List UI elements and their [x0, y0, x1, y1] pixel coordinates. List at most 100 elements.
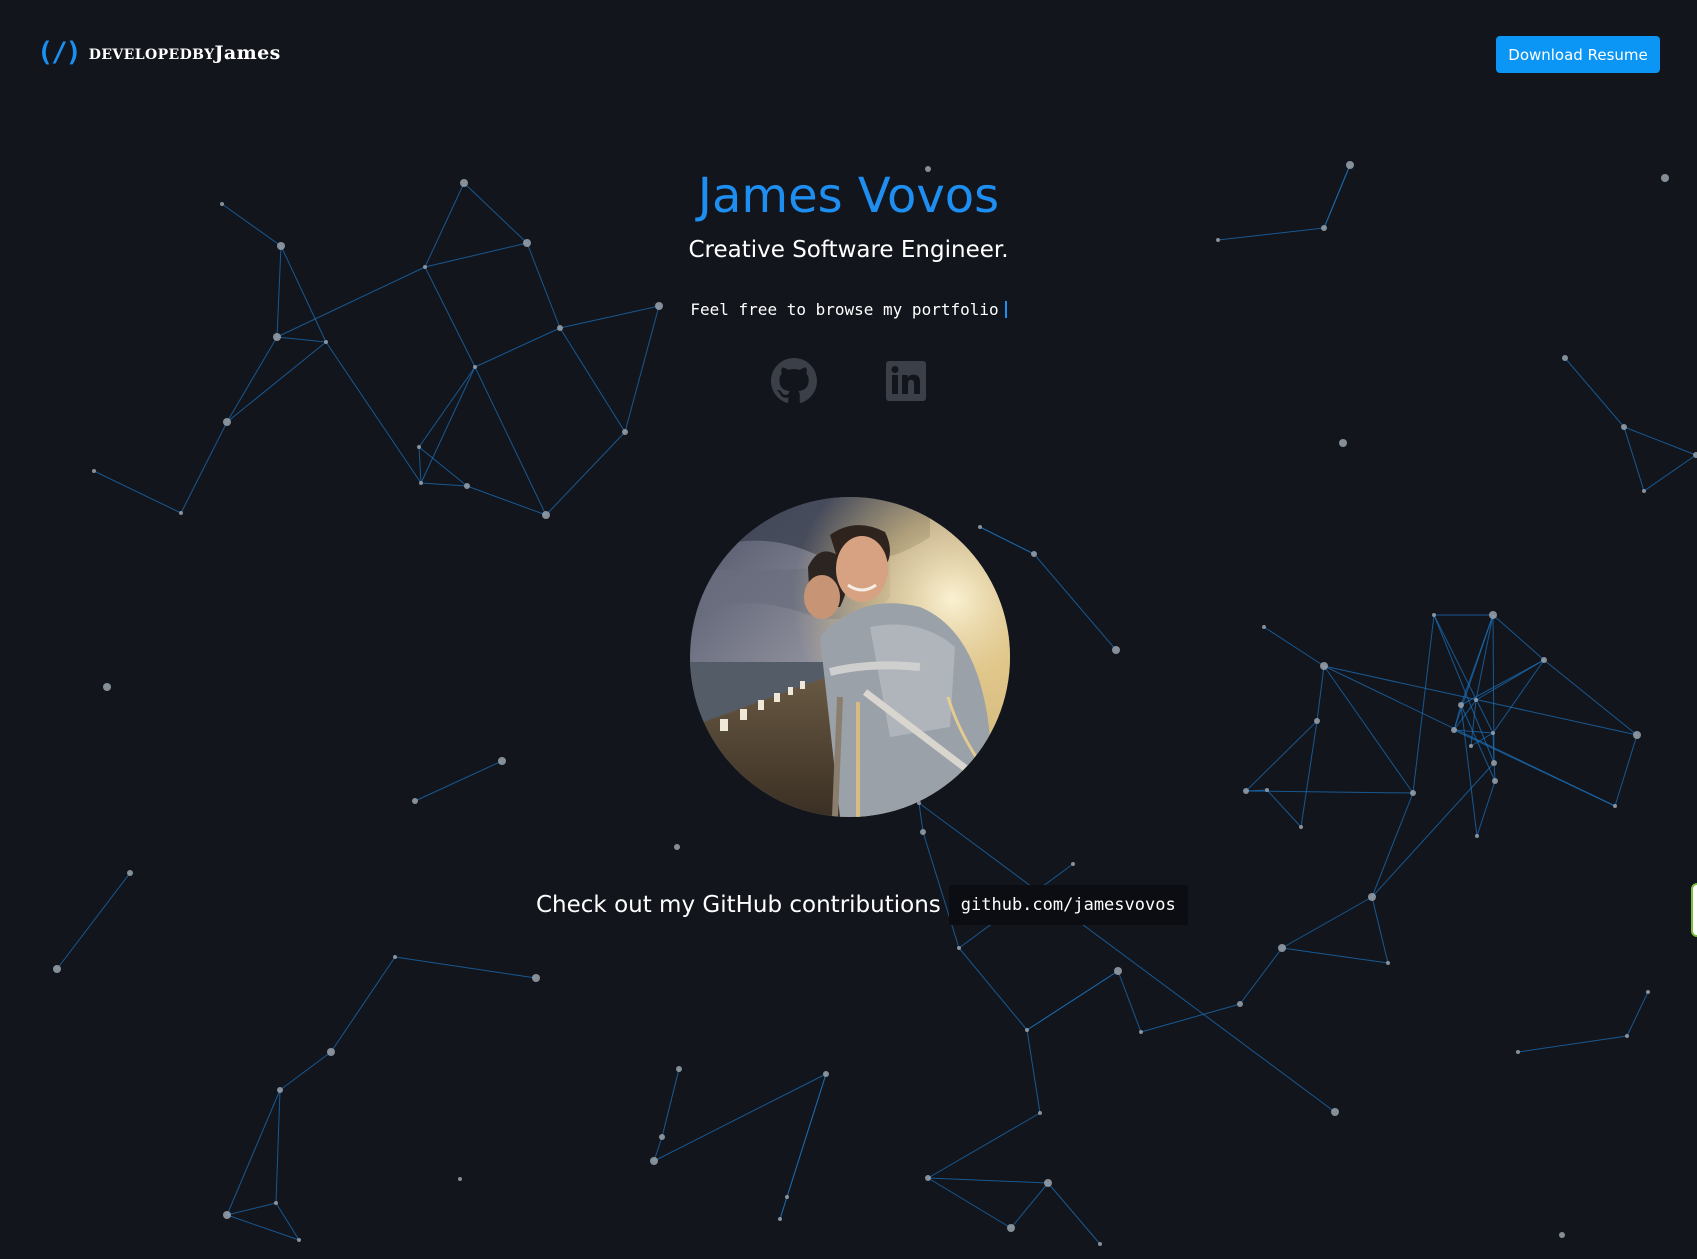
particle-dot [532, 974, 540, 982]
particle-dot [957, 946, 961, 950]
particle-link [1517, 1035, 1628, 1053]
particle-link [1460, 704, 1478, 837]
particle-dot [1368, 893, 1376, 901]
particle-dot [1044, 1179, 1052, 1187]
github-link[interactable] [771, 358, 817, 404]
particle-dot [823, 1071, 829, 1077]
particle-link [1626, 991, 1649, 1037]
particle-link [927, 1177, 1049, 1184]
particle-link [1010, 1182, 1049, 1229]
particle-link [927, 1112, 1041, 1179]
particle-dot [978, 525, 982, 529]
particle-dot [676, 1066, 682, 1072]
site-logo[interactable]: (/) developedbyJames [37, 37, 281, 68]
particle-dot [1646, 990, 1650, 994]
logo-prefix: developedby [88, 46, 215, 63]
particle-link [624, 305, 660, 433]
particle-dot [1562, 355, 1568, 361]
linkedin-icon [886, 361, 926, 401]
particle-dot [920, 829, 926, 835]
particle-dot [1331, 1108, 1339, 1116]
particle-link [325, 341, 422, 484]
particle-link [418, 446, 422, 484]
particle-dot [1339, 439, 1347, 447]
particle-dot [1112, 646, 1120, 654]
particle-dot [324, 340, 328, 344]
particle-link [958, 947, 1028, 1031]
particle-link [1492, 659, 1545, 734]
particle-dot [223, 418, 231, 426]
particle-dot [1314, 718, 1320, 724]
particle-link [661, 1068, 680, 1138]
edge-extension-tab[interactable] [1691, 883, 1697, 937]
particle-link [276, 336, 327, 343]
particle-dot [1114, 967, 1122, 975]
particle-link [93, 470, 182, 514]
particle-link [418, 366, 476, 448]
download-resume-button[interactable]: Download Resume [1496, 36, 1660, 73]
particle-link [1433, 614, 1494, 734]
github-icon [771, 358, 817, 403]
particle-dot [1491, 760, 1497, 766]
particle-link [474, 327, 561, 368]
particle-dot [1262, 625, 1266, 629]
particle-dot [498, 757, 506, 765]
particle-dot [1475, 834, 1479, 838]
particle-dot [1621, 424, 1627, 430]
particle-dot [274, 1201, 278, 1205]
particle-link [1300, 720, 1318, 828]
particle-link [1453, 699, 1477, 731]
particle-link [1033, 553, 1117, 651]
particle-dot [1489, 611, 1497, 619]
particle-dot [103, 683, 111, 691]
particle-dot [1491, 731, 1495, 735]
particle-link [330, 956, 396, 1053]
particle-dot [1474, 698, 1478, 702]
particle-dot [557, 325, 563, 331]
particle-dot [1098, 1242, 1102, 1246]
contributions-label: Check out my GitHub contributions [536, 892, 941, 918]
linkedin-link[interactable] [883, 358, 929, 404]
particle-dot [659, 1134, 665, 1140]
particle-link [420, 366, 476, 484]
logo-wordmark: developedbyJames [89, 42, 281, 64]
particle-link [275, 1202, 300, 1241]
particle-link [918, 802, 1336, 1113]
particle-link [1643, 454, 1697, 492]
particle-link [918, 802, 924, 833]
particle-dot [297, 1238, 301, 1242]
particle-dot [674, 844, 680, 850]
particle-link [1614, 734, 1638, 807]
particle-link [1316, 665, 1325, 722]
particle-link [1239, 947, 1283, 1005]
particle-link [1475, 659, 1545, 701]
particle-link [275, 1089, 281, 1204]
code-slash-icon: (/) [37, 37, 82, 68]
particle-link [559, 327, 626, 433]
github-profile-link[interactable]: github.com/jamesvovos [948, 885, 1188, 925]
particle-dot [542, 511, 550, 519]
particle-dot [1410, 790, 1416, 796]
particle-dot [412, 798, 418, 804]
profile-photo [690, 497, 1010, 817]
particle-dot [277, 1087, 283, 1093]
particle-link [226, 336, 278, 423]
hero-tagline: Creative Software Engineer. [688, 237, 1009, 263]
particle-link [394, 956, 537, 979]
particle-dot [785, 1195, 789, 1199]
particle-dot [273, 333, 281, 341]
particle-dot [1320, 662, 1328, 670]
particle-dot [1516, 1050, 1520, 1054]
hero-name: James Vovos [697, 168, 1000, 224]
particle-dot [1386, 961, 1390, 965]
particle-link [420, 482, 468, 487]
particle-dot [53, 965, 61, 973]
particle-link [979, 526, 1035, 555]
particle-dot [1237, 1001, 1243, 1007]
particle-dot [1038, 1111, 1042, 1115]
particle-dot [1458, 702, 1464, 708]
particle-link [1371, 792, 1414, 898]
particle-dot [1469, 744, 1473, 748]
particle-dot [1633, 731, 1641, 739]
particle-link [226, 341, 327, 423]
